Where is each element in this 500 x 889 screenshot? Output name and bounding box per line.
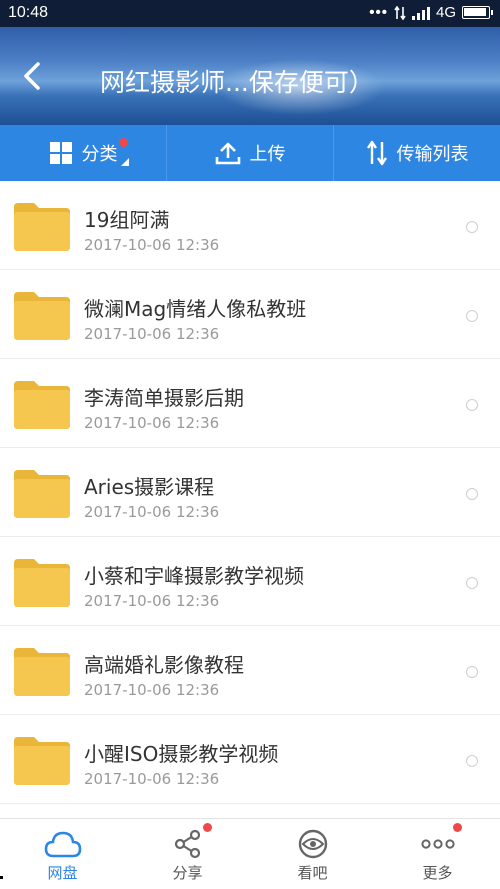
file-name: 高端婚礼影像教程 <box>84 653 244 677</box>
file-date: 2017-10-06 12:36 <box>84 681 220 699</box>
more-badge <box>453 823 462 832</box>
eye-icon <box>298 829 327 859</box>
file-date: 2017-10-06 12:36 <box>84 414 220 432</box>
bottom-nav: 网盘 分享 看吧 更多 <box>0 818 500 889</box>
list-item[interactable]: 李涛简单摄影后期 2017-10-06 12:36 <box>0 359 500 448</box>
select-radio[interactable] <box>466 221 478 233</box>
category-label: 分类 <box>81 144 118 165</box>
file-date: 2017-10-06 12:36 <box>84 770 220 788</box>
file-date: 2017-10-06 12:36 <box>84 592 220 610</box>
nav-share[interactable]: 分享 <box>125 819 250 889</box>
nav-label: 看吧 <box>297 864 328 882</box>
list-item[interactable]: 19组阿满 2017-10-06 12:36 <box>0 181 500 270</box>
file-date: 2017-10-06 12:36 <box>84 503 220 521</box>
more-notifications-icon: ••• <box>369 4 388 21</box>
select-radio[interactable] <box>466 399 478 411</box>
nav-cloud-drive[interactable]: 网盘 <box>0 819 125 889</box>
status-icons: ••• 4G <box>369 4 493 21</box>
transfer-list-button[interactable]: 传输列表 <box>334 125 500 181</box>
file-name: 小蔡和宇峰摄影教学视频 <box>84 564 304 588</box>
category-badge <box>119 138 128 147</box>
select-radio[interactable] <box>466 666 478 678</box>
cloud-icon <box>44 831 81 858</box>
header: 网红摄影师...保存便可） <box>0 27 500 125</box>
folder-icon <box>14 292 70 340</box>
select-radio[interactable] <box>466 488 478 500</box>
nav-label: 网盘 <box>47 864 78 882</box>
list-item[interactable]: 微澜Mag情绪人像私教班 2017-10-06 12:36 <box>0 270 500 359</box>
transfer-icon <box>366 140 387 166</box>
more-icon <box>420 839 455 849</box>
upload-button[interactable]: 上传 <box>167 125 334 181</box>
select-radio[interactable] <box>466 310 478 322</box>
grid-icon <box>49 142 72 164</box>
list-item[interactable]: 高端婚礼影像教程 2017-10-06 12:36 <box>0 626 500 715</box>
page-title: 网红摄影师...保存便可） <box>100 68 374 97</box>
toolbar: 分类 上传 传输列表 <box>0 125 500 181</box>
category-button[interactable]: 分类 <box>0 125 167 181</box>
status-bar: 10:48 ••• 4G <box>0 0 500 27</box>
status-time: 10:48 <box>8 4 49 21</box>
upload-icon <box>215 142 240 165</box>
list-item[interactable]: Aries摄影课程 2017-10-06 12:36 <box>0 448 500 537</box>
list-item[interactable]: 小醒ISO摄影教学视频 2017-10-06 12:36 <box>0 715 500 804</box>
file-name: 李涛简单摄影后期 <box>84 386 244 410</box>
share-badge <box>203 823 212 832</box>
file-date: 2017-10-06 12:36 <box>84 325 220 343</box>
nav-watch[interactable]: 看吧 <box>250 819 375 889</box>
network-type: 4G <box>435 4 456 21</box>
back-arrow-icon[interactable] <box>18 59 48 93</box>
select-radio[interactable] <box>466 755 478 767</box>
file-name: 小醒ISO摄影教学视频 <box>84 742 279 766</box>
select-radio[interactable] <box>466 577 478 589</box>
edge-dot <box>0 876 3 879</box>
folder-icon <box>14 381 70 429</box>
list-item[interactable]: 小蔡和宇峰摄影教学视频 2017-10-06 12:36 <box>0 537 500 626</box>
nav-label: 更多 <box>422 864 453 882</box>
file-date: 2017-10-06 12:36 <box>84 236 220 254</box>
file-name: 19组阿满 <box>84 208 170 232</box>
folder-icon <box>14 470 70 518</box>
nav-label: 分享 <box>172 864 203 882</box>
signal-icon <box>411 6 430 20</box>
share-icon <box>174 829 200 859</box>
folder-icon <box>14 648 70 696</box>
data-arrows-icon <box>394 5 406 20</box>
folder-icon <box>14 203 70 251</box>
transfer-list-label: 传输列表 <box>396 144 469 165</box>
file-name: Aries摄影课程 <box>84 475 215 499</box>
battery-icon <box>462 6 493 19</box>
folder-icon <box>14 737 70 785</box>
nav-more[interactable]: 更多 <box>375 819 500 889</box>
dropdown-corner-icon <box>121 158 129 166</box>
file-name: 微澜Mag情绪人像私教班 <box>84 297 307 321</box>
file-list: 19组阿满 2017-10-06 12:36 微澜Mag情绪人像私教班 2017… <box>0 181 500 804</box>
upload-label: 上传 <box>249 144 286 165</box>
folder-icon <box>14 559 70 607</box>
